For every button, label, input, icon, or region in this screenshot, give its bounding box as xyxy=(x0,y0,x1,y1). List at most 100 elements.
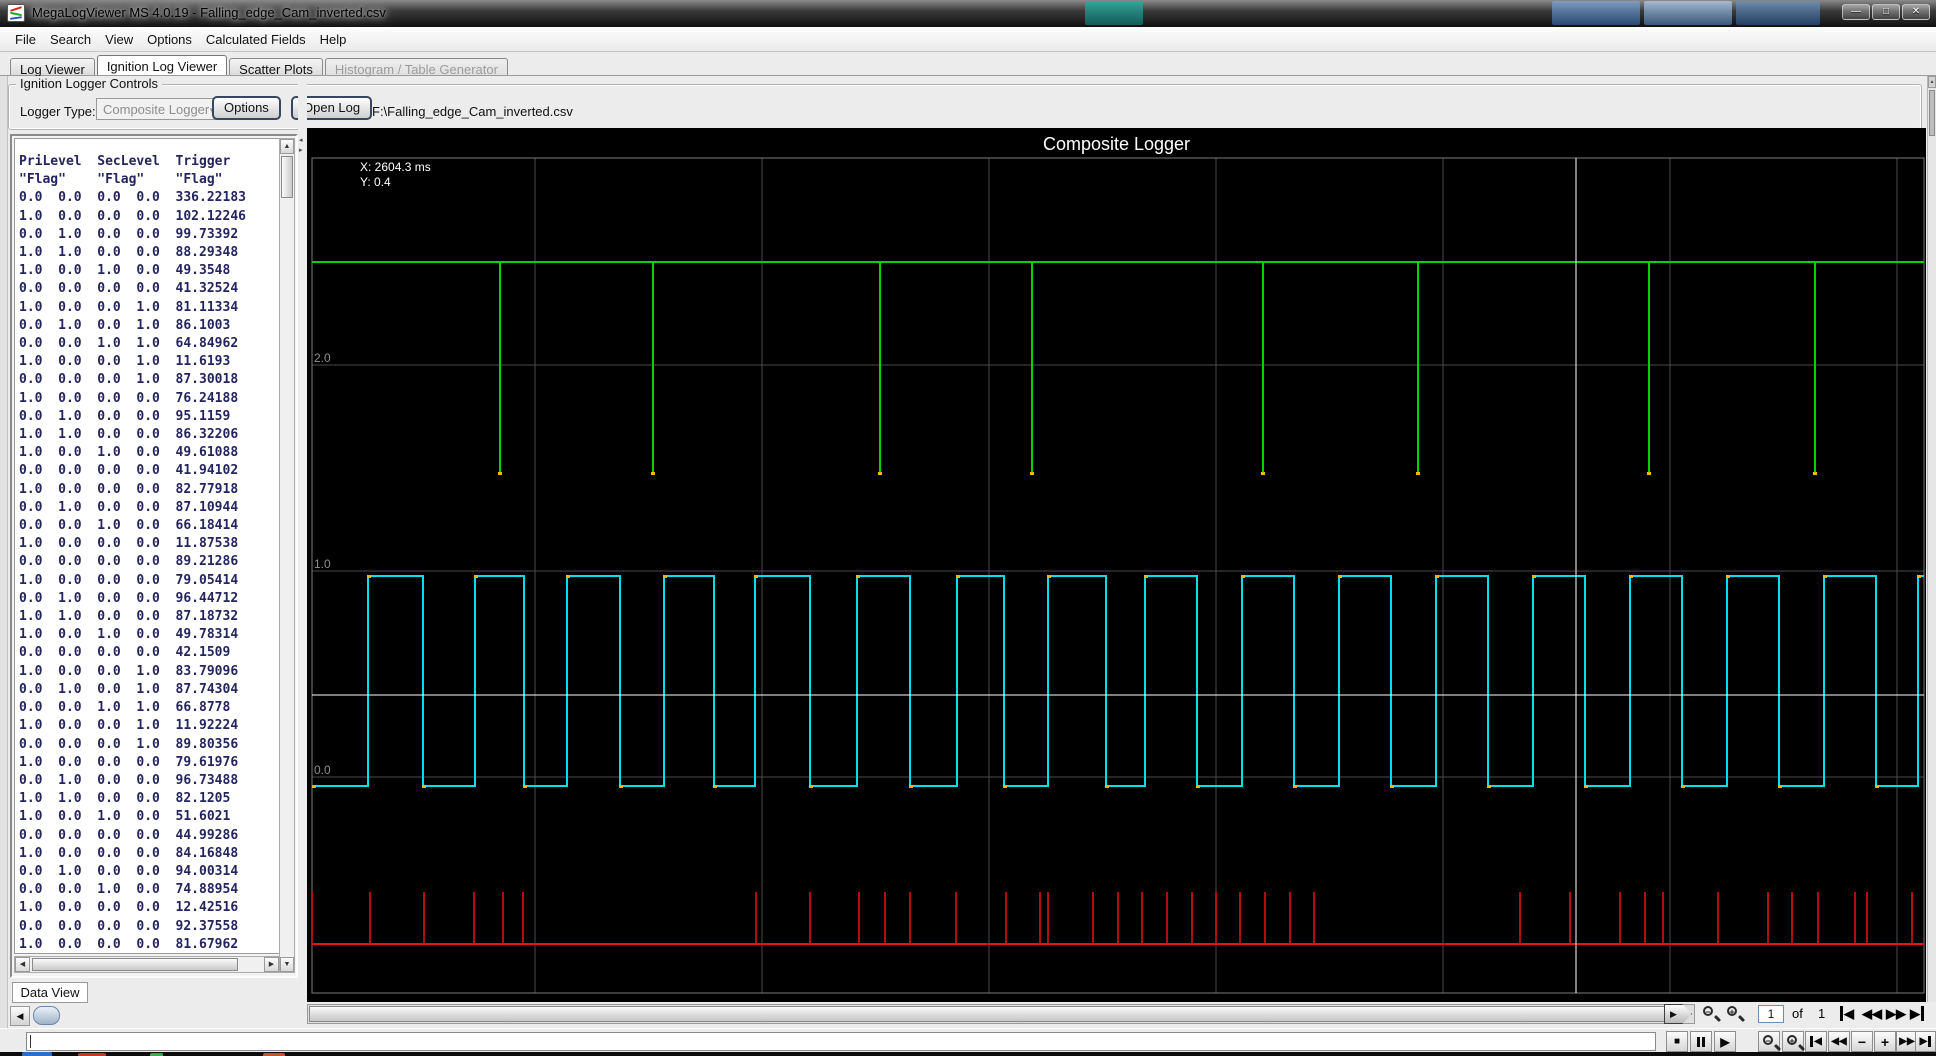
maximize-button[interactable]: □ xyxy=(1872,4,1900,20)
table-vscroll-thumb[interactable] xyxy=(281,156,293,198)
next-page-button[interactable]: ▶▶ xyxy=(1886,1006,1906,1022)
zoom-out-icon: − xyxy=(1762,1034,1782,1052)
go-last-button[interactable]: ▶ xyxy=(1915,1031,1936,1052)
page-of-label: of xyxy=(1792,1006,1803,1021)
data-table-container[interactable]: PriLevel SecLevel Trigger "Flag" "Flag" … xyxy=(14,138,280,954)
splitter-left-icon[interactable]: ◂ xyxy=(299,136,303,144)
crosshair-x-readout: X: 2604.3 ms xyxy=(360,160,431,174)
splitter-right-icon[interactable]: ▸ xyxy=(299,146,303,154)
magnifier-handle xyxy=(1797,1043,1806,1051)
scroll-right-icon[interactable]: ▶ xyxy=(264,957,279,972)
data-view-tab[interactable]: Data View xyxy=(12,982,88,1003)
magnifier-handle xyxy=(1713,1014,1722,1023)
tab-histogram-table-generator: Histogram / Table Generator xyxy=(324,58,508,77)
table-horizontal-scrollbar[interactable]: ◀ ▶ xyxy=(14,956,280,973)
chart-horizontal-scrollbar[interactable]: ▶ xyxy=(307,1004,1695,1024)
skip-last-icon: ▶ xyxy=(1920,1036,1932,1047)
logger-type-select[interactable]: Composite Logger ▼ xyxy=(96,98,221,120)
chart-hscroll-handle[interactable]: ▶ xyxy=(1664,1004,1692,1024)
tab-log-viewer[interactable]: Log Viewer xyxy=(10,58,95,77)
status-bar: ■ ▶ − + ◀ ◀◀ − + ▶▶ ▶ xyxy=(0,1028,1936,1052)
stop-button[interactable]: ■ xyxy=(1666,1031,1688,1052)
window-title: MegaLogViewer MS 4.0.19 - Falling_edge_C… xyxy=(32,5,386,20)
pause-icon xyxy=(1697,1036,1700,1047)
minimize-button[interactable]: — xyxy=(1842,4,1870,20)
scroll-up-icon[interactable]: ▲ xyxy=(1928,76,1936,88)
taskbar-start-orb[interactable] xyxy=(22,1052,52,1056)
page-total-label: 1 xyxy=(1818,1006,1826,1021)
data-table-text: PriLevel SecLevel Trigger "Flag" "Flag" … xyxy=(19,154,246,952)
tab-scatter-plots[interactable]: Scatter Plots xyxy=(229,58,323,77)
magnifier-handle xyxy=(1773,1043,1782,1051)
logger-type-value: Composite Logger xyxy=(103,101,210,117)
magnifier-handle xyxy=(1737,1014,1746,1023)
logger-type-label: Logger Type: xyxy=(20,104,96,119)
zoom-out-sign: − xyxy=(1763,1034,1773,1045)
windows-taskbar xyxy=(0,1052,1936,1056)
prev-page-button[interactable]: ◀◀ xyxy=(1862,1006,1882,1022)
chart-hscroll-thumb[interactable] xyxy=(309,1006,1665,1022)
app-icon-stroke-blue xyxy=(9,16,23,20)
menu-help[interactable]: Help xyxy=(313,29,354,50)
data-view-panel: PriLevel SecLevel Trigger "Flag" "Flag" … xyxy=(10,134,298,978)
playback-zoom-in-button[interactable]: + xyxy=(1782,1031,1806,1052)
panel-splitter[interactable]: ◂ ▸ xyxy=(298,76,307,1002)
window-vscroll-thumb[interactable] xyxy=(1929,90,1935,136)
background-window-thumb3 xyxy=(1736,1,1820,25)
zoom-out-sign: − xyxy=(1703,1006,1713,1017)
pause-icon xyxy=(1702,1036,1705,1047)
step-forward-button[interactable]: + xyxy=(1874,1031,1896,1052)
chart-title: Composite Logger xyxy=(1042,134,1191,154)
table-vertical-scrollbar[interactable]: ▲ ▼ xyxy=(279,138,295,973)
window-vertical-scrollbar[interactable]: ▲ xyxy=(1927,76,1936,1002)
playback-zoom-out-button[interactable]: − xyxy=(1758,1031,1782,1052)
svg-text:0.0: 0.0 xyxy=(314,763,331,777)
table-hscroll-thumb[interactable] xyxy=(32,958,238,971)
status-input[interactable] xyxy=(26,1032,1656,1051)
background-window-thumb2 xyxy=(1644,1,1732,25)
application-window: MegaLogViewer MS 4.0.19 - Falling_edge_C… xyxy=(0,0,1936,1056)
chart-zoom-out-icon[interactable]: − xyxy=(1702,1005,1722,1023)
zoom-in-sign: + xyxy=(1727,1006,1737,1017)
menu-bar: File Search View Options Calculated Fiel… xyxy=(0,27,1936,52)
go-first-button[interactable]: ◀ xyxy=(1805,1031,1827,1052)
tab-bar: Log Viewer Ignition Log Viewer Scatter P… xyxy=(0,53,1936,77)
left-edge-strip xyxy=(0,76,8,1028)
group-label: Ignition Logger Controls xyxy=(16,76,163,91)
tab-ignition-log-viewer[interactable]: Ignition Log Viewer xyxy=(96,55,228,75)
page-number-input[interactable]: 1 xyxy=(1758,1005,1784,1023)
skip-last-icon: ▶ xyxy=(1910,1006,1924,1021)
collapse-left-icon[interactable]: ◀ xyxy=(10,1006,30,1026)
crosshair-y-readout: Y: 0.4 xyxy=(360,175,391,189)
step-back-button[interactable]: − xyxy=(1851,1031,1873,1052)
scroll-down-icon[interactable]: ▼ xyxy=(280,957,294,972)
menu-file[interactable]: File xyxy=(8,29,43,50)
menu-search[interactable]: Search xyxy=(43,29,98,50)
open-file-path: F:\Falling_edge_Cam_inverted.csv xyxy=(372,104,573,119)
zoom-in-sign: + xyxy=(1787,1034,1797,1045)
play-button[interactable]: ▶ xyxy=(1714,1031,1736,1052)
app-icon-stroke-red xyxy=(9,6,23,12)
menu-view[interactable]: View xyxy=(98,29,140,50)
pause-button[interactable] xyxy=(1690,1031,1712,1052)
scroll-left-icon[interactable]: ◀ xyxy=(15,957,30,972)
last-page-button[interactable]: ▶ xyxy=(1910,1006,1924,1022)
first-page-button[interactable]: ◀ xyxy=(1840,1006,1854,1022)
text-caret xyxy=(30,1035,31,1048)
chart-zoom-in-icon[interactable]: + xyxy=(1726,1005,1746,1023)
chart-canvas[interactable]: 2.0 1.0 0.0 xyxy=(307,128,1926,1002)
composite-logger-chart[interactable]: 2.0 1.0 0.0 Composite Logger X: 2604.3 ms … xyxy=(307,128,1926,1002)
menu-calculated-fields[interactable]: Calculated Fields xyxy=(199,29,313,50)
options-button[interactable]: Options xyxy=(212,96,281,120)
skip-first-icon: ◀ xyxy=(1840,1006,1854,1021)
menu-options[interactable]: Options xyxy=(140,29,199,50)
scroll-up-icon[interactable]: ▲ xyxy=(280,139,294,154)
title-bar[interactable]: MegaLogViewer MS 4.0.19 - Falling_edge_C… xyxy=(0,0,1936,27)
skip-first-icon: ◀ xyxy=(1810,1036,1822,1047)
rewind-button[interactable]: ◀◀ xyxy=(1828,1031,1850,1052)
background-window-teal xyxy=(1085,1,1143,25)
panel-toggle-button[interactable] xyxy=(33,1006,60,1025)
svg-text:1.0: 1.0 xyxy=(314,557,331,571)
close-button[interactable]: ✕ xyxy=(1902,4,1930,20)
svg-text:2.0: 2.0 xyxy=(314,351,331,365)
